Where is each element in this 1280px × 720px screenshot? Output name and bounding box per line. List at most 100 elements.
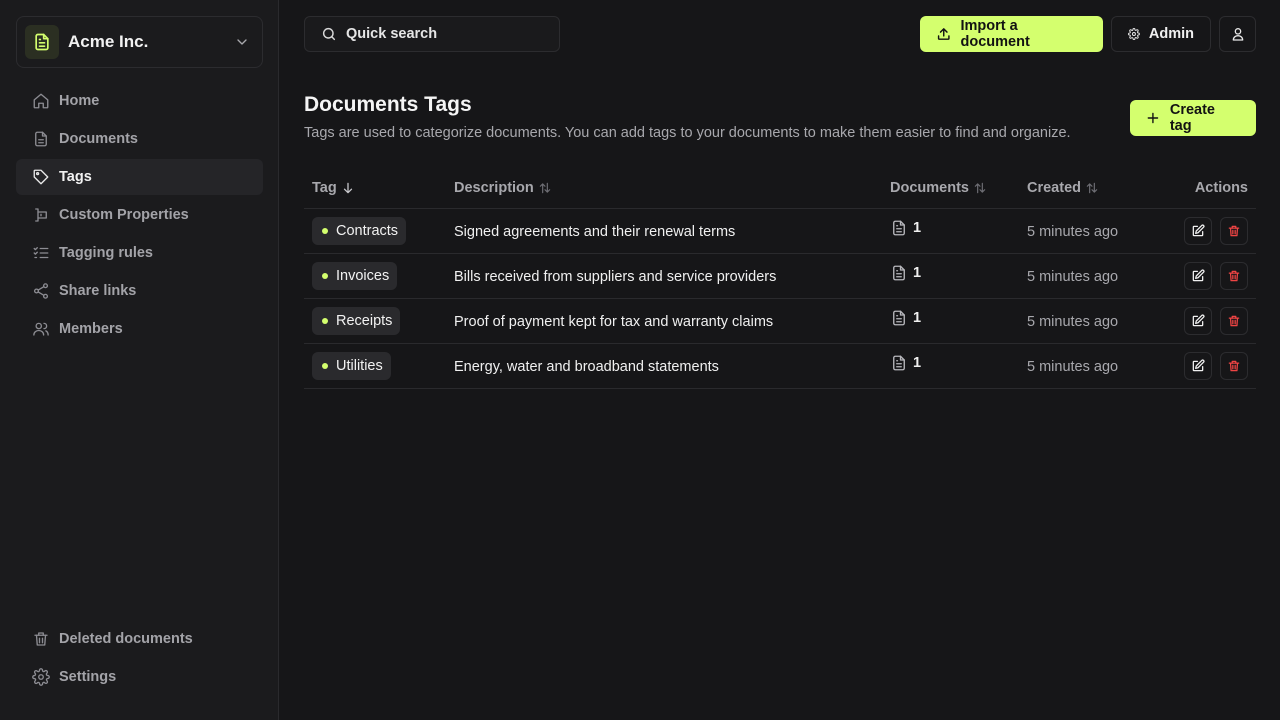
trash-icon [1228,225,1240,237]
tag-description: Signed agreements and their renewal term… [454,223,736,240]
tag-name: Invoices [336,268,390,284]
documents-count-value: 1 [913,355,922,371]
created-time: 5 minutes ago [1027,313,1119,330]
table-header: Tag Description Documents Created Action… [304,168,1256,209]
tag-name: Utilities [336,358,383,374]
page-title: Documents Tags [304,93,472,116]
documents-count-value: 1 [913,310,922,326]
organization-switcher[interactable]: Acme Inc. [16,16,263,68]
column-header-tag[interactable]: Tag [312,180,446,196]
edit-tag-button[interactable] [1184,352,1212,380]
admin-button[interactable]: Admin [1111,16,1211,52]
custom-properties-icon [35,208,47,222]
edit-tag-button[interactable] [1184,217,1212,245]
user-icon [1232,28,1243,41]
home-icon [33,93,49,109]
tag-icon [33,169,49,185]
tag-description: Bills received from suppliers and servic… [454,268,777,285]
edit-icon [1192,359,1205,372]
column-header-documents[interactable]: Documents [890,180,1019,196]
column-header-actions: Actions [1194,180,1248,196]
list-check-icon [33,247,49,259]
sort-icon [1086,182,1098,194]
sidebar-item-share-links[interactable]: Share links [16,273,263,309]
documents-count-value: 1 [913,220,922,236]
tag-name: Contracts [336,223,399,239]
sidebar-item-deleted-documents[interactable]: Deleted documents [16,621,263,657]
file-icon [893,355,905,371]
documents-count: 1 [890,264,1019,282]
create-tag-button[interactable]: Create tag [1130,100,1256,136]
tag-badge[interactable]: Contracts [312,217,407,245]
column-header-label: Created [1027,180,1081,196]
tag-description: Proof of payment kept for tax and warran… [454,313,774,330]
sidebar-item-label: Tagging rules [59,245,153,261]
admin-label: Admin [1148,26,1194,42]
table-row: Contracts Signed agreements and their re… [304,209,1256,254]
sidebar-item-documents[interactable]: Documents [16,121,263,157]
table-row: Receipts Proof of payment kept for tax a… [304,299,1256,344]
edit-tag-button[interactable] [1184,307,1212,335]
sort-icon [539,182,551,194]
trash-icon [1228,270,1240,282]
trash-icon [1228,315,1240,327]
documents-count-value: 1 [913,265,922,281]
import-document-button[interactable]: Import a document [920,16,1103,52]
file-icon [893,265,905,281]
sidebar-item-tagging-rules[interactable]: Tagging rules [16,235,263,271]
plus-icon [1147,112,1159,124]
delete-tag-button[interactable] [1220,352,1248,380]
gear-icon [1128,28,1140,40]
sidebar-item-members[interactable]: Members [16,311,263,347]
import-document-label: Import a document [960,18,1030,50]
tag-name: Receipts [336,313,393,329]
created-time: 5 minutes ago [1027,358,1119,375]
edit-icon [1192,269,1205,282]
file-icon [893,310,905,326]
tag-badge[interactable]: Invoices [312,262,398,290]
edit-tag-button[interactable] [1184,262,1212,290]
tag-color-dot [322,273,328,279]
users-icon [33,322,49,336]
created-time: 5 minutes ago [1027,268,1119,285]
sidebar-item-settings[interactable]: Settings [16,659,263,695]
column-header-created[interactable]: Created [1027,180,1166,196]
share-icon [33,283,49,299]
sidebar-item-label: Home [59,93,100,109]
sidebar-item-tags[interactable]: Tags [16,159,263,195]
tag-description: Energy, water and broadband statements [454,358,719,375]
delete-tag-button[interactable] [1220,307,1248,335]
page-description: Tags are used to categorize documents. Y… [304,125,1071,141]
upload-icon [937,28,950,40]
file-icon [893,220,905,236]
created-time: 5 minutes ago [1027,223,1119,240]
documents-count: 1 [890,354,1019,372]
sidebar-item-label: Tags [59,169,92,185]
trash-icon [1228,360,1240,372]
delete-tag-button[interactable] [1220,262,1248,290]
gear-icon [32,668,50,686]
search-icon [322,27,336,41]
main-navigation: Home Documents Tags Custom Properties Ta… [16,83,263,349]
tags-table: Tag Description Documents Created Action… [304,168,1256,389]
tag-badge[interactable]: Utilities [312,352,391,380]
table-row: Utilities Energy, water and broadband st… [304,344,1256,389]
column-header-description[interactable]: Description [454,180,882,196]
sidebar-item-label: Documents [59,131,138,147]
delete-tag-button[interactable] [1220,217,1248,245]
table-row: Invoices Bills received from suppliers a… [304,254,1256,299]
tag-color-dot [322,228,328,234]
documents-count: 1 [890,309,1019,327]
tag-badge[interactable]: Receipts [312,307,401,335]
sidebar-item-custom-properties[interactable]: Custom Properties [16,197,263,233]
sort-icon [974,182,986,194]
file-icon [35,131,47,147]
user-menu-button[interactable] [1219,16,1256,52]
trash-icon [34,632,48,646]
sidebar-item-label: Share links [59,283,137,299]
sidebar-item-label: Members [59,321,123,337]
quick-search-button[interactable]: Quick search [304,16,560,52]
edit-icon [1192,314,1205,327]
sort-descending-icon [343,182,352,194]
sidebar-item-home[interactable]: Home [16,83,263,119]
